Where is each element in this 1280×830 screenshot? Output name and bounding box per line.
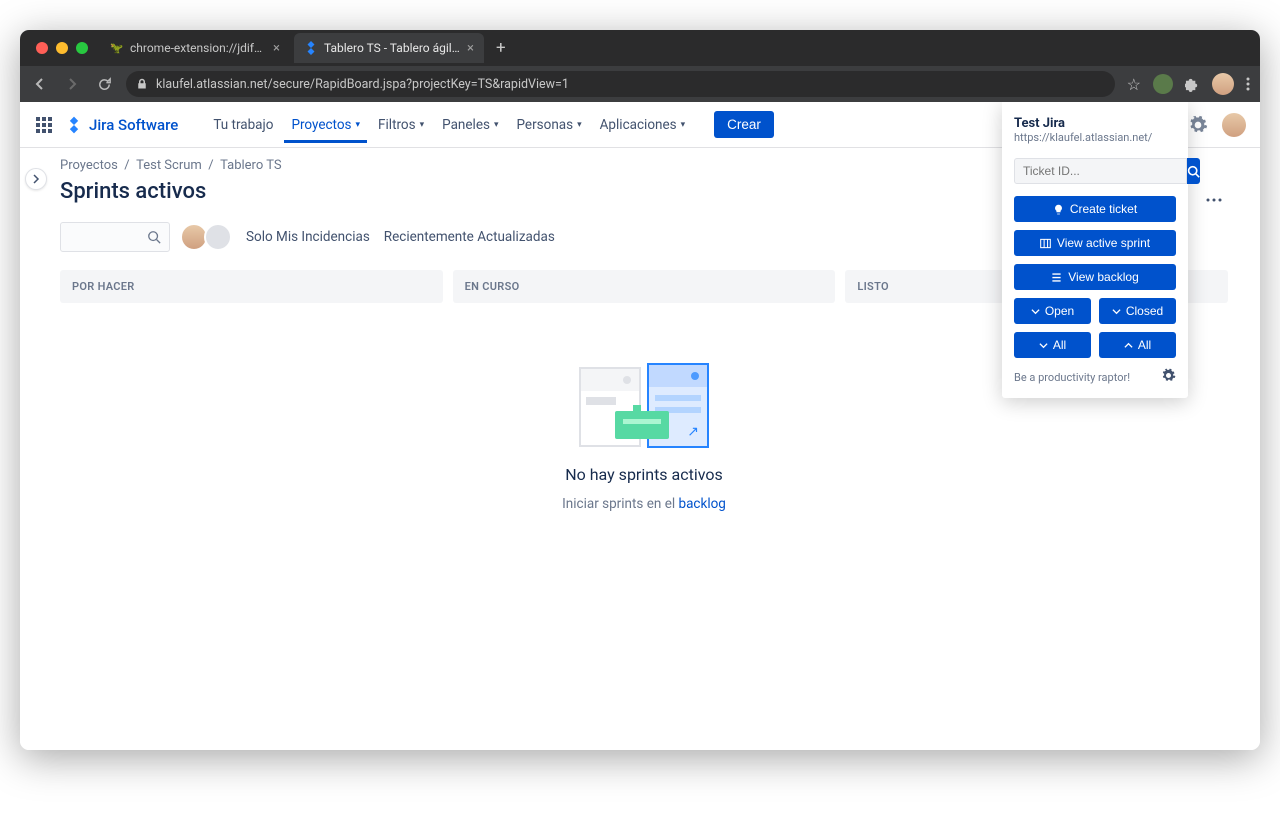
- new-tab-button[interactable]: +: [488, 38, 514, 58]
- arrow-left-icon: [32, 76, 48, 92]
- ext-search-button[interactable]: [1187, 158, 1200, 184]
- browser-chrome: 🦖 chrome-extension://jdifpfffme × Tabler…: [20, 30, 1260, 102]
- extensions-puzzle-icon[interactable]: [1185, 77, 1200, 92]
- empty-state-title: No hay sprints activos: [565, 465, 723, 484]
- settings-button[interactable]: [1186, 113, 1210, 137]
- create-button[interactable]: Crear: [714, 111, 774, 138]
- ext-view-backlog-button[interactable]: View backlog: [1014, 264, 1176, 290]
- app-switcher-button[interactable]: [34, 115, 54, 135]
- breadcrumb-board: Tablero TS: [220, 158, 282, 173]
- jira-logo-icon: [64, 115, 84, 135]
- tab-close-icon[interactable]: ×: [273, 41, 280, 56]
- window-close-button[interactable]: [36, 42, 48, 54]
- jira-logo[interactable]: Jira Software: [64, 115, 178, 135]
- browser-tab-0[interactable]: 🦖 chrome-extension://jdifpfffme ×: [100, 33, 290, 63]
- nav-people[interactable]: Personas▾: [509, 107, 588, 143]
- backlog-link[interactable]: backlog: [678, 496, 725, 512]
- ext-ticket-search-input[interactable]: [1014, 158, 1187, 184]
- avatar-unassigned[interactable]: [204, 223, 232, 251]
- svg-text:🦖: 🦖: [110, 42, 123, 55]
- column-todo: POR HACER: [60, 270, 443, 303]
- chevron-right-icon: [31, 174, 41, 184]
- chevron-down-icon: ▾: [494, 120, 499, 130]
- search-icon: [147, 230, 161, 244]
- chevron-up-icon: [1124, 341, 1133, 350]
- tab-title: chrome-extension://jdifpfffme: [130, 41, 267, 55]
- ext-settings-button[interactable]: [1161, 368, 1176, 386]
- column-in-progress: EN CURSO: [453, 270, 836, 303]
- forward-button[interactable]: [62, 76, 82, 92]
- nav-projects[interactable]: Proyectos▾: [284, 107, 367, 143]
- product-name: Jira Software: [89, 116, 178, 134]
- empty-state-illustration: ↗: [579, 363, 709, 453]
- reload-button[interactable]: [94, 77, 114, 92]
- board-search-input[interactable]: [60, 222, 170, 252]
- board-icon: [1040, 238, 1051, 249]
- ext-closed-button[interactable]: Closed: [1099, 298, 1176, 324]
- tab-close-icon[interactable]: ×: [467, 41, 474, 56]
- chevron-down-icon: ▾: [681, 120, 686, 130]
- ext-project-url: https://klaufel.atlassian.net/: [1014, 131, 1176, 144]
- chevron-down-icon: ▾: [420, 120, 425, 130]
- profile-avatar[interactable]: [1212, 73, 1234, 95]
- chevron-down-icon: [1112, 307, 1121, 316]
- ext-open-button[interactable]: Open: [1014, 298, 1091, 324]
- list-icon: [1051, 272, 1062, 283]
- arrow-right-icon: [64, 76, 80, 92]
- lightbulb-icon: [1053, 204, 1064, 215]
- window-controls: [28, 42, 96, 54]
- ext-all-down-button[interactable]: All: [1014, 332, 1091, 358]
- window-minimize-button[interactable]: [56, 42, 68, 54]
- breadcrumb-project[interactable]: Test Scrum: [136, 158, 202, 173]
- page-content: Jira Software Tu trabajo Proyectos▾ Filt…: [20, 102, 1260, 750]
- user-avatar[interactable]: [1222, 113, 1246, 137]
- sidebar-toggle-button[interactable]: [25, 168, 47, 190]
- browser-window: 🦖 chrome-extension://jdifpfffme × Tabler…: [20, 30, 1260, 750]
- breadcrumb-projects[interactable]: Proyectos: [60, 158, 118, 173]
- chevron-down-icon: ▾: [577, 120, 582, 130]
- ext-project-title: Test Jira: [1014, 116, 1176, 131]
- board-action-more[interactable]: [1200, 186, 1228, 214]
- extension-icon[interactable]: [1153, 74, 1173, 94]
- ext-footer-text: Be a productivity raptor!: [1014, 371, 1130, 384]
- bookmark-star-icon[interactable]: ☆: [1127, 75, 1141, 94]
- kebab-menu-icon[interactable]: [1246, 76, 1250, 92]
- chevron-down-icon: [1039, 341, 1048, 350]
- chevron-down-icon: ▾: [356, 120, 361, 130]
- gear-icon: [1161, 368, 1176, 383]
- empty-state-subtitle: Iniciar sprints en el backlog: [562, 496, 726, 512]
- nav-panels[interactable]: Paneles▾: [435, 107, 505, 143]
- grid-icon: [34, 115, 54, 135]
- tab-favicon-icon: 🦖: [110, 41, 124, 55]
- nav-apps[interactable]: Aplicaciones▾: [593, 107, 693, 143]
- extension-popup: Test Jira https://klaufel.atlassian.net/…: [1002, 102, 1188, 398]
- browser-tab-1[interactable]: Tablero TS - Tablero ágil - Jira ×: [294, 33, 484, 63]
- tab-title: Tablero TS - Tablero ágil - Jira: [324, 41, 461, 55]
- reload-icon: [97, 77, 112, 92]
- filter-only-mine[interactable]: Solo Mis Incidencias: [246, 229, 370, 245]
- filter-recently-updated[interactable]: Recientemente Actualizadas: [384, 229, 555, 245]
- gear-icon: [1188, 115, 1208, 135]
- back-button[interactable]: [30, 76, 50, 92]
- ext-view-sprint-button[interactable]: View active sprint: [1014, 230, 1176, 256]
- url-text: klaufel.atlassian.net/secure/RapidBoard.…: [156, 77, 569, 92]
- assignee-avatars: [184, 223, 232, 251]
- window-maximize-button[interactable]: [76, 42, 88, 54]
- chevron-down-icon: [1031, 307, 1040, 316]
- nav-your-work[interactable]: Tu trabajo: [206, 107, 280, 143]
- tab-favicon-icon: [304, 41, 318, 55]
- ext-create-ticket-button[interactable]: Create ticket: [1014, 196, 1176, 222]
- ext-all-up-button[interactable]: All: [1099, 332, 1176, 358]
- lock-icon: [136, 78, 148, 90]
- nav-filters[interactable]: Filtros▾: [371, 107, 431, 143]
- more-icon: [1206, 198, 1222, 202]
- search-icon: [1187, 165, 1200, 178]
- address-bar[interactable]: klaufel.atlassian.net/secure/RapidBoard.…: [126, 71, 1115, 97]
